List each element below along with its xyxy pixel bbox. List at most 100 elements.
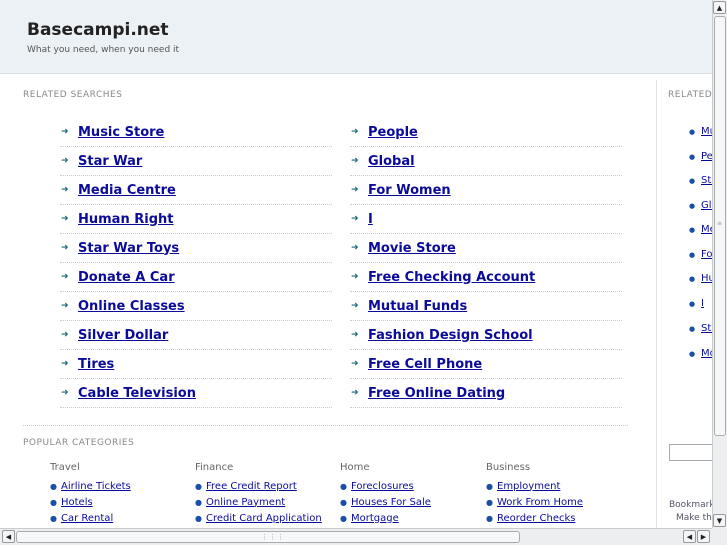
bullet-icon: ● bbox=[195, 481, 202, 491]
category-link[interactable]: Free Credit Report bbox=[206, 481, 297, 492]
bullet-icon: ● bbox=[689, 202, 696, 210]
bullet-icon: ● bbox=[689, 300, 696, 308]
related-search-link[interactable]: Global bbox=[368, 154, 415, 169]
scroll-right-button[interactable]: ▶ bbox=[697, 530, 710, 543]
right-arrow-icon: ➜ bbox=[61, 185, 69, 195]
right-arrow-icon: ➜ bbox=[61, 359, 69, 369]
category-link[interactable]: Reorder Checks bbox=[497, 513, 575, 524]
category-link[interactable]: Car Rental bbox=[61, 513, 113, 524]
scroll-down-button[interactable]: ▼ bbox=[713, 514, 726, 527]
right-arrow-icon: ➜ bbox=[351, 330, 359, 340]
related-search-item: ➜ Media Centre bbox=[60, 176, 332, 205]
make-homepage-link[interactable]: Make thi bbox=[676, 513, 712, 523]
related-search-item: ➜ Donate A Car bbox=[60, 263, 332, 292]
site-tagline: What you need, when you need it bbox=[27, 45, 180, 55]
sidebar-link[interactable]: Fo bbox=[701, 249, 712, 260]
related-search-link[interactable]: I bbox=[368, 212, 373, 227]
related-search-link[interactable]: Free Online Dating bbox=[368, 386, 505, 401]
related-search-link[interactable]: Tires bbox=[78, 357, 114, 372]
related-search-link[interactable]: Cable Television bbox=[78, 386, 196, 401]
sidebar-search-input[interactable] bbox=[669, 444, 712, 461]
category-column-travel: Travel ● Airline Tickets ● Hotels ● Car Ren… bbox=[50, 462, 190, 526]
category-item: ● Credit Card Application bbox=[195, 510, 335, 526]
category-item: ● Airline Tickets bbox=[50, 478, 190, 494]
category-item: ● Car Rental bbox=[50, 510, 190, 526]
category-link[interactable]: Online Payment bbox=[206, 497, 285, 508]
related-search-link[interactable]: People bbox=[368, 125, 418, 140]
related-search-link[interactable]: Star War Toys bbox=[78, 241, 179, 256]
sidebar-link[interactable]: Pe bbox=[701, 151, 712, 162]
sidebar-link[interactable]: Mu bbox=[701, 126, 712, 137]
sidebar-link[interactable]: Me bbox=[701, 224, 712, 235]
right-sidebar: RELATED ● Mu ● Pe ● Sta ● Glo ● Me ● Fo … bbox=[656, 80, 712, 530]
right-arrow-icon: ➜ bbox=[61, 272, 69, 282]
site-header: Basecampi.net What you need, when you ne… bbox=[0, 0, 712, 74]
sidebar-link[interactable]: Glo bbox=[701, 200, 712, 211]
bookmark-link[interactable]: Bookmark bbox=[669, 500, 712, 510]
sidebar-heading: RELATED bbox=[668, 90, 712, 100]
related-search-link[interactable]: For Women bbox=[368, 183, 451, 198]
sidebar-link[interactable]: Hu bbox=[701, 273, 712, 284]
related-searches-right-column: ➜ People ➜ Global ➜ For Women ➜ I ➜ Movie Sto… bbox=[350, 118, 622, 408]
bullet-icon: ● bbox=[50, 481, 57, 491]
category-link[interactable]: Hotels bbox=[61, 497, 93, 508]
category-link[interactable]: Mortgage bbox=[351, 513, 399, 524]
related-search-link[interactable]: Fashion Design School bbox=[368, 328, 533, 343]
related-search-link[interactable]: Free Cell Phone bbox=[368, 357, 482, 372]
related-search-item: ➜ Free Cell Phone bbox=[350, 350, 622, 379]
related-search-link[interactable]: Online Classes bbox=[78, 299, 185, 314]
grip-icon: ≡ bbox=[717, 220, 723, 227]
related-search-link[interactable]: Star War bbox=[78, 154, 142, 169]
related-search-item: ➜ I bbox=[350, 205, 622, 234]
bullet-icon: ● bbox=[195, 513, 202, 523]
related-search-item: ➜ For Women bbox=[350, 176, 622, 205]
scroll-left-button[interactable]: ◀ bbox=[2, 530, 15, 543]
category-item: ● Houses For Sale bbox=[340, 494, 480, 510]
related-search-item: ➜ Star War Toys bbox=[60, 234, 332, 263]
horizontal-scrollbar[interactable]: ◀ ⋮⋮⋮ ◀ ▶ bbox=[0, 528, 712, 545]
bullet-icon: ● bbox=[340, 497, 347, 507]
category-heading: Finance bbox=[195, 462, 234, 473]
vertical-scrollbar[interactable]: ▲ ≡ ▼ bbox=[712, 0, 727, 528]
related-search-item: ➜ People bbox=[350, 118, 622, 147]
sidebar-link[interactable]: Sta bbox=[701, 323, 712, 334]
category-link[interactable]: Airline Tickets bbox=[61, 481, 131, 492]
sidebar-link[interactable]: Sta bbox=[701, 175, 712, 186]
vertical-scroll-thumb[interactable]: ≡ bbox=[714, 16, 726, 436]
related-search-item: ➜ Cable Television bbox=[60, 379, 332, 408]
category-item: ● Employment bbox=[486, 478, 626, 494]
bullet-icon: ● bbox=[689, 226, 696, 234]
related-search-link[interactable]: Silver Dollar bbox=[78, 328, 168, 343]
right-arrow-icon: ➜ bbox=[61, 243, 69, 253]
category-link[interactable]: Houses For Sale bbox=[351, 497, 431, 508]
category-item: ● Online Payment bbox=[195, 494, 335, 510]
bullet-icon: ● bbox=[486, 497, 493, 507]
horizontal-scroll-thumb[interactable]: ⋮⋮⋮ bbox=[16, 531, 520, 543]
related-search-link[interactable]: Media Centre bbox=[78, 183, 176, 198]
related-search-item: ➜ Online Classes bbox=[60, 292, 332, 321]
related-search-link[interactable]: Music Store bbox=[78, 125, 164, 140]
bullet-icon: ● bbox=[486, 513, 493, 523]
bullet-icon: ● bbox=[689, 251, 696, 259]
category-link[interactable]: Credit Card Application bbox=[206, 513, 322, 524]
scroll-left-button-secondary[interactable]: ◀ bbox=[683, 530, 696, 543]
category-link[interactable]: Employment bbox=[497, 481, 560, 492]
related-search-link[interactable]: Free Checking Account bbox=[368, 270, 535, 285]
sidebar-link[interactable]: I bbox=[701, 298, 704, 309]
category-link[interactable]: Work From Home bbox=[497, 497, 583, 508]
related-search-link[interactable]: Movie Store bbox=[368, 241, 456, 256]
related-search-link[interactable]: Donate A Car bbox=[78, 270, 175, 285]
related-search-link[interactable]: Mutual Funds bbox=[368, 299, 467, 314]
bullet-icon: ● bbox=[340, 481, 347, 491]
category-item: ● Hotels bbox=[50, 494, 190, 510]
related-search-item: ➜ Mutual Funds bbox=[350, 292, 622, 321]
right-arrow-icon: ➜ bbox=[351, 156, 359, 166]
category-column-finance: Finance ● Free Credit Report ● Online Paym… bbox=[195, 462, 335, 526]
bullet-icon: ● bbox=[689, 177, 696, 185]
bullet-icon: ● bbox=[486, 481, 493, 491]
sidebar-link[interactable]: Mo bbox=[701, 348, 712, 359]
related-search-link[interactable]: Human Right bbox=[78, 212, 173, 227]
scroll-up-button[interactable]: ▲ bbox=[713, 1, 726, 14]
category-link[interactable]: Foreclosures bbox=[351, 481, 414, 492]
site-title[interactable]: Basecampi.net bbox=[27, 20, 169, 40]
